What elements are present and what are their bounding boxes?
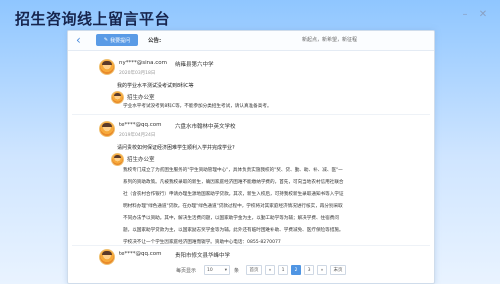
reply-line: 题，以国家助学贷款为主，以国家励志奖学金等为辅。此外还有临时困难补助、学费减免、…: [123, 228, 344, 233]
window-controls: – ✕: [460, 10, 488, 20]
per-page-label: 每页显示: [176, 268, 197, 274]
per-page-value: 10: [207, 268, 213, 273]
per-page-unit: 条: [234, 268, 240, 274]
ask-question-button[interactable]: ✎ 我要提问: [96, 34, 138, 46]
user-school: 贵阳市修文县华峰中学: [175, 253, 231, 259]
ask-question-label: 我要提问: [110, 37, 131, 44]
user-avatar: [99, 121, 115, 137]
message-panel: ‹ ✎ 我要提问 公告: 新起点，新希望，新征程 ny****@sina.com…: [67, 30, 435, 284]
toolbar: ‹ ✎ 我要提问 公告: 新起点，新希望，新征程: [68, 31, 434, 51]
user-school: 六盘水市翰林中英文学校: [175, 124, 236, 130]
message-item: ny****@sina.com 纳雍县第六中学 2020年03月18日 我的学业…: [68, 51, 434, 111]
prev-page-button[interactable]: «: [265, 265, 275, 275]
pagination: 每页显示 10 ▾ 条 首页 « 1 2 3 » 末页: [68, 264, 434, 278]
user-school: 纳雍县第六中学: [175, 62, 214, 68]
reply-line: 不同办法予以资助。其中，解决生活费问题，以国家助学金为主，以勤工助学等为辅；解决…: [123, 216, 339, 221]
first-page-button[interactable]: 首页: [246, 265, 262, 275]
reply-text: 学业水平考试没考到8科C等，不能参加分类招生考试，请认真准备高考。: [123, 104, 272, 109]
user-avatar: [99, 249, 115, 265]
office-avatar: [111, 153, 124, 166]
user-email: te****@qq.com: [119, 122, 162, 128]
per-page-select[interactable]: 10 ▾: [204, 265, 230, 275]
app-title: 招生咨询线上留言平台: [15, 10, 171, 28]
question-text: 我的学业水平测试没考试到8科C等: [117, 83, 194, 89]
office-name: 招生办公室: [127, 157, 155, 163]
notice-label: 公告:: [148, 38, 162, 44]
last-page-button[interactable]: 末页: [330, 265, 346, 275]
message-date: 2019年04月24日: [119, 133, 156, 138]
notice-text: 新起点，新希望，新征程: [302, 37, 358, 43]
top-bar: 招生咨询线上留言平台 – ✕: [0, 0, 500, 31]
message-item: te****@qq.com 贵阳市修文县华峰中学: [68, 246, 434, 265]
minimize-icon[interactable]: –: [460, 10, 470, 20]
page-3-button[interactable]: 3: [304, 265, 314, 275]
user-avatar: [99, 59, 115, 75]
office-name: 招生办公室: [127, 95, 155, 101]
edit-icon: ✎: [103, 37, 109, 43]
page-1-button[interactable]: 1: [278, 265, 288, 275]
chevron-down-icon: ▾: [224, 268, 227, 273]
question-text: 请问贵校如何保证经济困难学生顺利入学并完成学业?: [117, 145, 235, 151]
next-page-button[interactable]: »: [317, 265, 327, 275]
reply-line: 明材料办理"绿色通道"贷款。在办理"绿色通道"贷款过程中，学校将对其家庭经济情况…: [123, 204, 343, 209]
message-date: 2020年03月18日: [119, 71, 156, 76]
page-2-button[interactable]: 2: [291, 265, 301, 275]
reply-line: 我校专门成立了为贫困生服务的"学生资助管理中心"，具体负责实施我校的"奖、贷、勤…: [123, 168, 343, 173]
user-email: ny****@sina.com: [119, 60, 167, 66]
reply-line: 社（含农村合作银行）申请办理生源地国家助学贷款。其次，新生入校后，可持我校新生录…: [123, 192, 344, 197]
close-icon[interactable]: ✕: [478, 10, 488, 20]
user-email: te****@qq.com: [119, 251, 162, 257]
message-item: te****@qq.com 六盘水市翰林中英文学校 2019年04月24日 请问…: [68, 115, 434, 260]
reply-line: 系列的资助政策。凡被我校录取的新生，确因家庭经济困难不能缴纳学费的，首先，可向当…: [123, 180, 344, 185]
back-button[interactable]: ‹: [76, 34, 88, 46]
